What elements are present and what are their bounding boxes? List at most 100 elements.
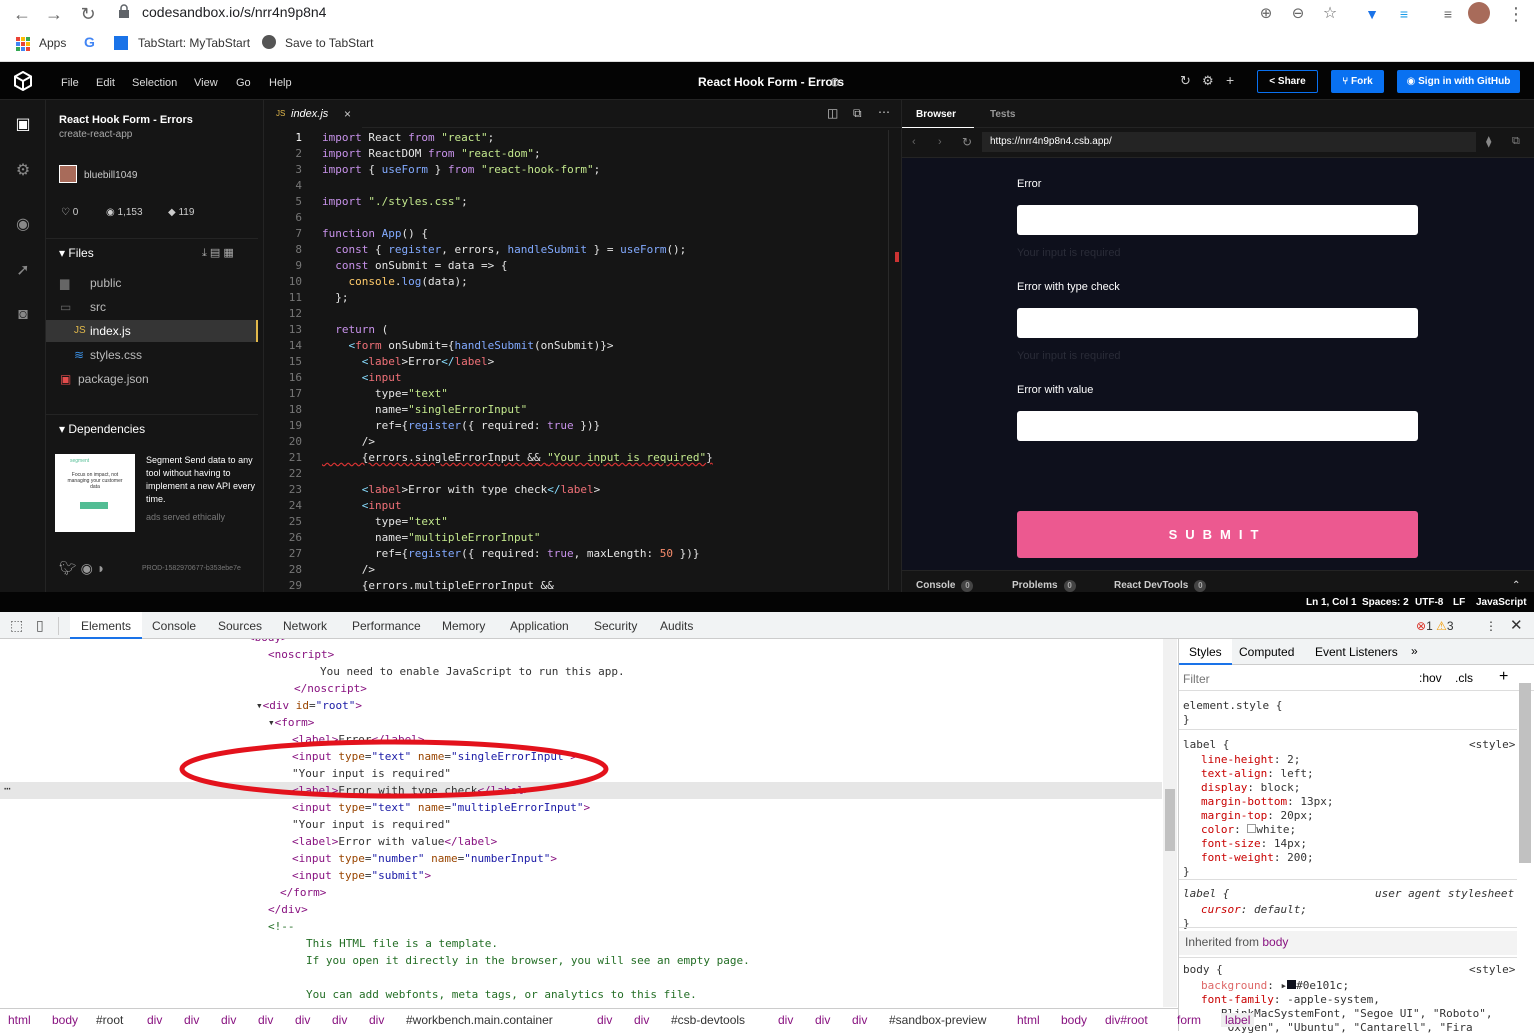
split-view-icon[interactable]: ◫ bbox=[827, 106, 838, 120]
google-icon[interactable]: G bbox=[84, 34, 95, 50]
dom-node[interactable]: </div> bbox=[268, 901, 308, 918]
breadcrumb-item[interactable]: #sandbox-preview bbox=[889, 1013, 986, 1027]
dom-node[interactable]: ▾<form> bbox=[268, 714, 314, 731]
filter-extension-icon[interactable]: ≡ bbox=[1392, 2, 1416, 26]
code-line[interactable]: const onSubmit = data => { bbox=[322, 258, 507, 274]
tab-tests[interactable]: Tests bbox=[990, 109, 1015, 120]
breadcrumb-item[interactable]: #csb-devtools bbox=[671, 1013, 745, 1027]
style-rule-line[interactable]: font-size: 14px; bbox=[1201, 837, 1307, 850]
menu-view[interactable]: View bbox=[194, 77, 218, 89]
breadcrumb-item[interactable]: #root bbox=[96, 1013, 123, 1027]
dom-node[interactable]: "Your input is required" bbox=[292, 816, 451, 833]
tab-security[interactable]: Security bbox=[594, 619, 637, 633]
language-mode[interactable]: JavaScript bbox=[1476, 597, 1527, 608]
dom-node[interactable]: </form> bbox=[280, 884, 326, 901]
style-rule-line[interactable]: body { bbox=[1183, 963, 1223, 976]
code-line[interactable]: /> bbox=[322, 434, 375, 450]
style-rule-line[interactable]: background: ▸ #0e101c; bbox=[1201, 979, 1349, 992]
code-line[interactable]: return ( bbox=[322, 322, 388, 338]
hov-button[interactable]: :hov bbox=[1419, 671, 1442, 685]
code-line[interactable]: name="multipleErrorInput" bbox=[322, 530, 541, 546]
tab-computed[interactable]: Computed bbox=[1239, 645, 1294, 659]
tab-performance[interactable]: Performance bbox=[352, 619, 421, 633]
ad-text[interactable]: Segment Send data to any tool without ha… bbox=[146, 454, 258, 506]
problems-tab[interactable]: Problems 0 bbox=[1012, 580, 1076, 592]
cls-button[interactable]: .cls bbox=[1455, 671, 1473, 685]
breadcrumb-item[interactable]: label bbox=[1221, 1013, 1255, 1027]
folder-public[interactable]: ▆ public bbox=[46, 272, 258, 294]
codesandbox-logo-icon[interactable] bbox=[13, 71, 33, 91]
style-rule-line[interactable]: margin-top: 20px; bbox=[1201, 809, 1314, 822]
dom-node[interactable]: You need to enable JavaScript to run thi… bbox=[320, 663, 625, 680]
style-rule-line[interactable]: BlinkMacSystemFont, "Segoe UI", "Roboto"… bbox=[1221, 1007, 1493, 1020]
code-line[interactable]: import ReactDOM from "react-dom"; bbox=[322, 146, 541, 162]
breadcrumb-item[interactable]: html bbox=[8, 1013, 31, 1027]
issues-counter[interactable]: ⊗1 ⚠3 bbox=[1416, 619, 1454, 633]
style-rule-line[interactable]: user agent stylesheet bbox=[1375, 887, 1514, 900]
file-actions[interactable]: ⤓ ▤ ▦ bbox=[202, 246, 234, 260]
style-rule-line[interactable]: display: block; bbox=[1201, 781, 1300, 794]
dom-node[interactable]: You can add webfonts, meta tags, or anal… bbox=[306, 986, 697, 1003]
plus-icon[interactable]: + bbox=[1499, 668, 1508, 686]
tab-styles[interactable]: Styles bbox=[1179, 639, 1232, 665]
code-line[interactable]: type="text" bbox=[322, 386, 448, 402]
dom-node[interactable]: The build step will place the bundled sc… bbox=[306, 1003, 743, 1007]
code-line[interactable]: import React from "react"; bbox=[322, 130, 494, 146]
tab-network[interactable]: Network bbox=[283, 619, 327, 633]
cursor-position[interactable]: Ln 1, Col 1 bbox=[1306, 597, 1357, 608]
style-rule-line[interactable]: label { bbox=[1183, 738, 1229, 751]
spectrum-icon[interactable]: ◗ bbox=[97, 560, 105, 576]
github-icon[interactable]: ◉ bbox=[81, 560, 93, 576]
close-icon[interactable]: × bbox=[344, 107, 351, 121]
code-line[interactable]: type="text" bbox=[322, 514, 448, 530]
tab-browser[interactable]: Browser bbox=[902, 100, 974, 128]
breadcrumb-item[interactable]: div bbox=[221, 1013, 236, 1027]
style-rule-line[interactable]: } bbox=[1183, 713, 1190, 726]
ad-image[interactable]: segment Focus on impact, not managing yo… bbox=[55, 454, 135, 532]
files-header[interactable]: ▾ Files bbox=[59, 246, 94, 260]
bookmark-tabstart[interactable]: TabStart: MyTabStart bbox=[138, 36, 250, 50]
tab-console[interactable]: Console bbox=[152, 619, 196, 633]
gear-icon[interactable]: ⚙ bbox=[1202, 73, 1214, 89]
settings-icon[interactable]: ⚙ bbox=[13, 160, 33, 180]
preview-url[interactable]: https://nrr4n9p8n4.csb.app/ bbox=[982, 132, 1476, 152]
more-icon[interactable]: ⋮ bbox=[1485, 619, 1497, 633]
dom-node[interactable]: <label>Error with value</label> bbox=[292, 833, 497, 850]
style-rule-line[interactable]: margin-bottom: 13px; bbox=[1201, 795, 1333, 808]
code-line[interactable]: const { register, errors, handleSubmit }… bbox=[322, 242, 686, 258]
tab-elements[interactable]: Elements bbox=[70, 612, 143, 639]
breadcrumb-item[interactable]: div bbox=[815, 1013, 830, 1027]
style-rule-line[interactable]: label { bbox=[1183, 887, 1229, 900]
encoding[interactable]: UTF-8 bbox=[1415, 597, 1443, 608]
open-new-window-icon[interactable]: ⧉ bbox=[1512, 135, 1520, 148]
fork-button[interactable]: ⑂ Fork bbox=[1331, 70, 1384, 93]
breadcrumb-item[interactable]: body bbox=[52, 1013, 78, 1027]
multiple-error-input[interactable] bbox=[1017, 308, 1418, 338]
refresh-icon[interactable]: ↻ bbox=[1180, 73, 1191, 89]
menu-file[interactable]: File bbox=[61, 77, 79, 89]
back-icon[interactable]: ← bbox=[10, 2, 34, 26]
breadcrumb-item[interactable]: html bbox=[1017, 1013, 1040, 1027]
breadcrumb-item[interactable]: div bbox=[332, 1013, 347, 1027]
styles-scrollbar[interactable] bbox=[1519, 683, 1531, 863]
share-button[interactable]: < Share bbox=[1257, 70, 1318, 93]
playlist-icon[interactable]: ≡ bbox=[1436, 2, 1460, 26]
single-error-input[interactable] bbox=[1017, 205, 1418, 235]
dom-node[interactable]: <body> bbox=[248, 639, 288, 646]
breadcrumb-item[interactable]: div bbox=[778, 1013, 793, 1027]
dom-node[interactable]: This HTML file is a template. bbox=[306, 935, 498, 952]
breadcrumb-item[interactable]: div bbox=[852, 1013, 867, 1027]
github-signin-button[interactable]: ◉ Sign in with GitHub bbox=[1397, 70, 1520, 93]
dom-node[interactable]: <input type="submit"> bbox=[292, 867, 431, 884]
dom-node[interactable]: <noscript> bbox=[268, 646, 334, 663]
style-rule-line[interactable]: <style> bbox=[1469, 738, 1515, 751]
dom-node[interactable]: ▾<div id="root"> bbox=[256, 697, 362, 714]
style-rule-line[interactable]: "Oxygen", "Ubuntu", "Cantarell", "Fira bbox=[1221, 1021, 1473, 1034]
chevron-right-icon[interactable]: » bbox=[1411, 644, 1418, 658]
dom-node[interactable]: <input type="number" name="numberInput"> bbox=[292, 850, 557, 867]
scroll-thumb[interactable] bbox=[1165, 789, 1175, 851]
bookmark-apps[interactable]: Apps bbox=[39, 36, 66, 50]
react-devtools-tab[interactable]: React DevTools 0 bbox=[1114, 580, 1207, 592]
dependencies-header[interactable]: ▾ Dependencies bbox=[59, 422, 145, 436]
apps-icon[interactable] bbox=[16, 37, 30, 51]
